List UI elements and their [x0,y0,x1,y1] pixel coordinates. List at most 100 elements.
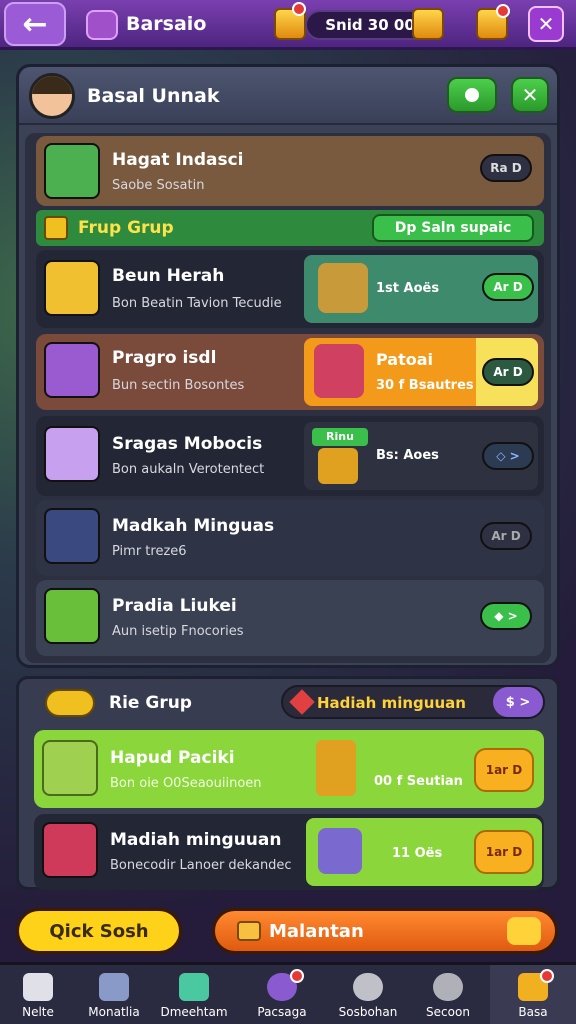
top-bar: ← Barsaio Snid 30 00 ✕ [0,0,576,50]
nav-item-secoon[interactable]: Secoon [410,965,486,1024]
nav-label: Nelte [22,1005,54,1019]
list-item[interactable]: Beun Herah Bon Beatin Tavion Tecudie 1st… [36,250,544,328]
nav-label: Dmeehtam [160,1005,228,1019]
character-icon [44,426,100,482]
row-subtitle: Bon Beatin Tavion Tecudie [112,296,282,311]
chest-icon [44,508,100,564]
group-right-button[interactable]: Dp Saln supaic [372,214,534,242]
coin-stack-icon [44,588,100,644]
quick-button[interactable]: Qick Sosh [16,908,182,954]
list-item[interactable]: Madkah Minguas Pimr treze6 Ar D [36,500,544,576]
weekly-reward-button[interactable]: $ > [493,687,543,717]
list-item[interactable]: Pragro isdl Bun sectin Bosontes Patoai 3… [36,334,544,410]
nav-label: Basa [518,1005,548,1019]
page-title: Barsaio [126,13,207,35]
notification-dot [292,2,306,16]
row-title: Hagat Indasci [112,150,244,170]
row-subtitle: Bun sectin Bosontes [112,378,245,393]
list-item[interactable]: Pradia Liukei Aun isetip Fnocories ◆ > [36,580,544,656]
treasure-icon [318,263,368,313]
nav-item-dmeehtam[interactable]: Dmeehtam [156,965,232,1024]
close-button[interactable]: ✕ [528,6,564,42]
panel-close-button[interactable]: ✕ [511,77,549,113]
group-label: Frup Grup [78,218,174,238]
row-button[interactable]: Ar D [480,522,532,550]
nav-label: Secoon [426,1005,470,1019]
main-action-label: Malantan [269,920,364,942]
reward-title: Patoai [376,350,434,369]
treasure-icon[interactable] [412,8,444,40]
close-icon: ✕ [521,83,539,107]
row-subtitle: Aun isetip Fnocories [112,624,244,639]
row-button[interactable]: Ra D [480,154,532,182]
notification-dot [540,969,554,983]
treasure-box-icon [318,828,362,874]
list-item[interactable]: Sragas Mobocis Bon aukaln Verotentect Ri… [36,416,544,496]
nav-label: Pacsaga [257,1005,307,1019]
weekly-reward-bar[interactable]: Hadiah minguuan $ > [281,685,545,719]
row-title: Sragas Mobocis [112,434,263,454]
group-bar: Frup Grup Dp Saln supaic [36,210,544,246]
row-button[interactable]: 1ar D [474,748,534,792]
row-subtitle: Bon oie O0Seaouiinoen [110,776,262,791]
row-button[interactable]: 1ar D [474,830,534,874]
row-title: Pradia Liukei [112,596,237,616]
row-subtitle: Pimr treze6 [112,544,187,559]
list-item[interactable]: Madiah minguuan Bonecodir Lanoer dekande… [34,814,544,890]
group-panel-title: Rie Grup [109,693,192,713]
toggle-button[interactable] [447,77,497,113]
row-title: Pragro isdl [112,348,217,368]
nav-item-sosbohan[interactable]: Sosbohan [330,965,406,1024]
character-icon [314,344,364,398]
cubes-icon [42,822,98,878]
row-button[interactable]: Ar D [482,273,534,301]
nav-item-pacsaga[interactable]: Pacsaga [244,965,320,1024]
shop-icon [86,10,118,40]
weekly-reward-label: Hadiah minguuan [317,694,466,712]
nav-item-monatlia[interactable]: Monatlia [76,965,152,1024]
notification-dot [496,4,510,18]
list-item[interactable]: Hapud Paciki Bon oie O0Seaouiinoen 00 f … [34,730,544,808]
gear-icon [433,973,463,1001]
reward-text: 1st Aoës [376,281,440,296]
cube-icon [44,216,68,240]
row-subtitle: Bonecodir Lanoer dekandec [110,858,292,873]
row-title: Madkah Minguas [112,516,275,536]
main-action-button[interactable]: Malantan [212,908,558,954]
gem-icon [289,689,315,715]
row-button[interactable]: ◇ > [482,442,534,470]
ticket-icon [237,921,261,941]
reward-text: Bs: Aoes [376,448,439,463]
back-button[interactable]: ← [4,2,66,46]
reward-text: 11 Oës [392,846,443,861]
character-icon [179,973,209,1001]
row-subtitle: Bon aukaln Verotentect [112,462,265,477]
list-item[interactable]: Hagat Indasci Saobe Sosatin Ra D [36,136,544,206]
reward-text: 00 f Seutian [374,774,463,789]
notification-dot [290,969,304,983]
nav-label: Monatlia [88,1005,140,1019]
avatar [29,73,75,119]
chat-icon [353,973,383,1001]
row-subtitle: Saobe Sosatin [112,178,205,193]
nav-item-home[interactable]: Nelte [0,965,76,1024]
cubes-icon [44,342,100,398]
row-button[interactable]: ◆ > [480,602,532,630]
coin-tower-icon [316,740,356,796]
nav-item-basa[interactable]: Basa [490,965,576,1024]
character-icon [44,143,100,199]
panel-header: Basal Unnak ✕ [19,67,557,125]
reward-box: 1st Aoës Ar D [304,255,538,323]
reward-badge: Rinu [312,428,368,446]
circle-icon [465,88,479,102]
house-icon [99,973,129,1001]
character-icon [44,260,100,316]
row-button[interactable]: Ar D [482,358,534,386]
bottom-nav: Nelte Monatlia Dmeehtam Pacsaga Sosbohan… [0,962,576,1024]
arrow-left-icon: ← [22,6,48,42]
gift-icon [42,740,98,796]
arrow-right-icon [507,917,541,945]
row-title: Madiah minguuan [110,830,282,850]
close-icon: ✕ [537,12,555,36]
coins-icon [45,689,95,717]
